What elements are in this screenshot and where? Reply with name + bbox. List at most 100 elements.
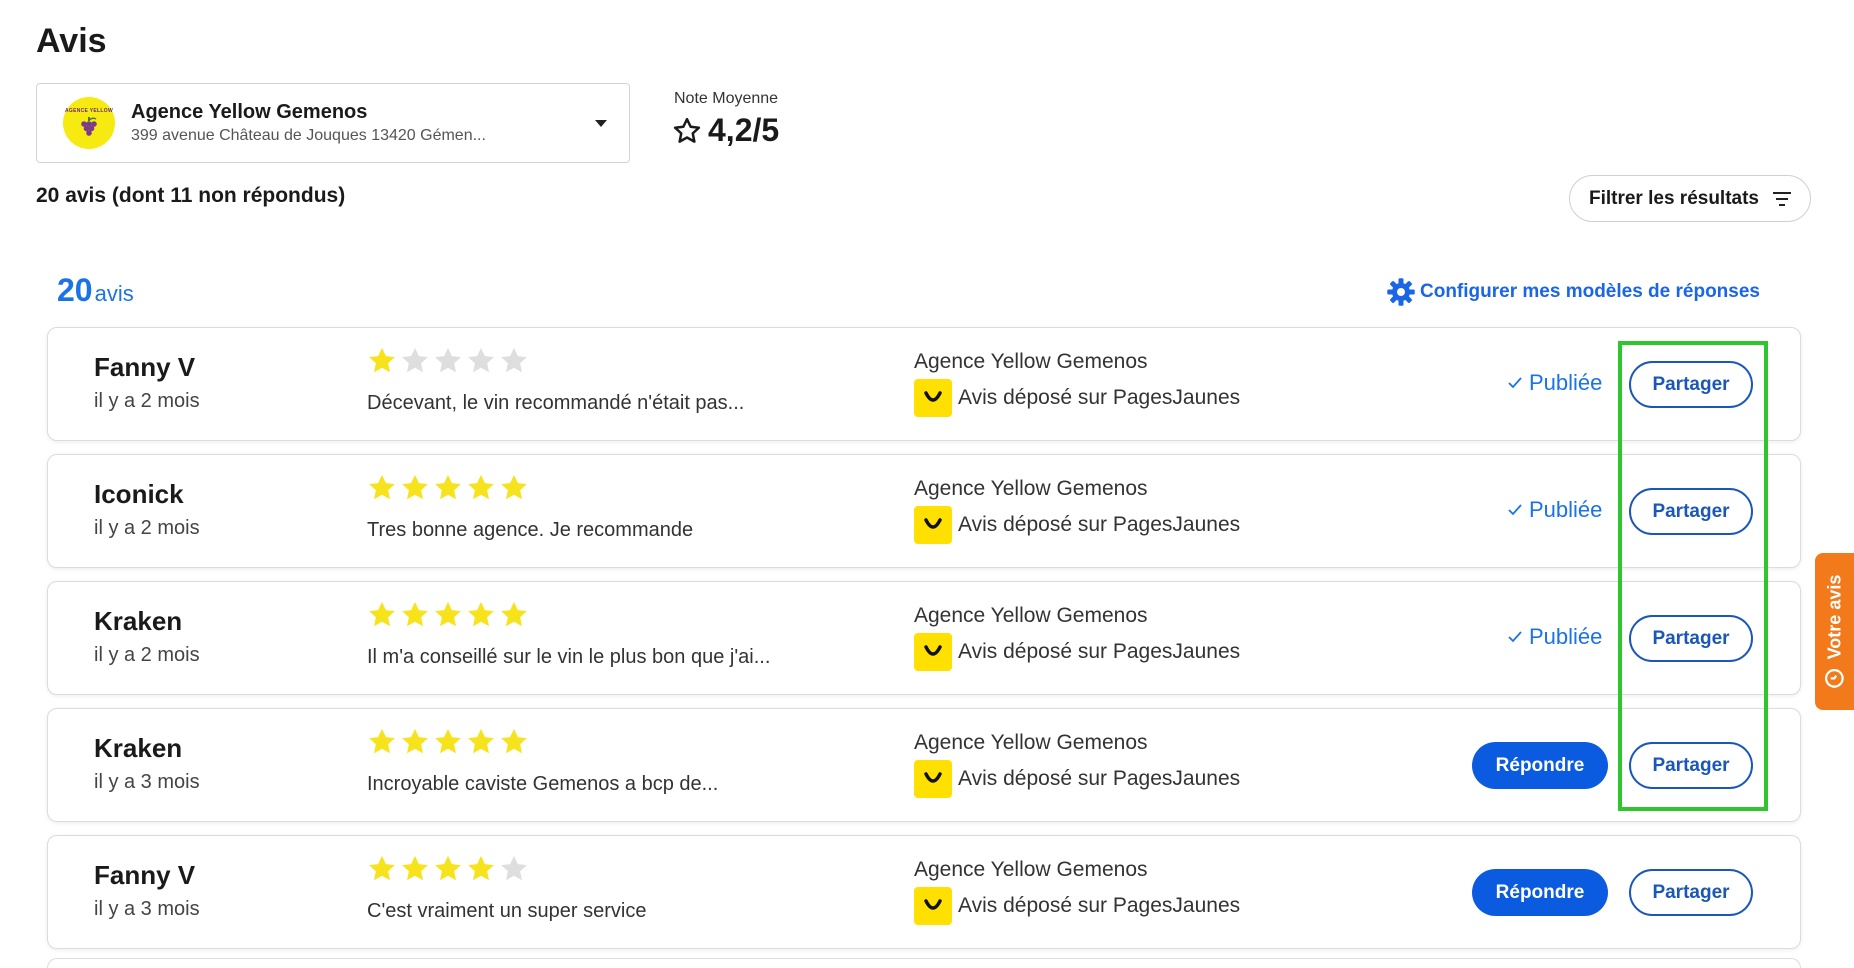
published-status-label: Publiée [1529,497,1603,522]
review-source-text: Avis déposé sur PagesJaunes [958,767,1241,790]
check-icon [1508,377,1522,389]
review-comment: C'est vraiment un super service [367,900,647,922]
review-author: Kraken [94,606,183,636]
review-date: il y a 2 mois [94,517,200,539]
share-button[interactable]: Partager [1629,742,1753,789]
review-source-text: Avis déposé sur PagesJaunes [958,640,1241,663]
agency-select[interactable]: AGENCE YELLOW Agence Yellow Gemenos 399 … [36,83,630,163]
review-date: il y a 2 mois [94,644,200,666]
review-stars [367,346,529,376]
star-filled-icon [402,601,428,627]
review-author: Fanny V [94,860,196,890]
review-shop: Agence Yellow Gemenos [914,858,1148,881]
reply-button[interactable]: Répondre [1472,742,1608,789]
pagesjaunes-icon [914,506,952,544]
filter-button[interactable]: Filtrer les résultats [1569,175,1811,222]
gear-icon [1387,278,1415,306]
pagesjaunes-icon [914,633,952,671]
review-source-text: Avis déposé sur PagesJaunes [958,894,1241,917]
review-card: Kraken il y a 3 mois Incroyable caviste … [47,708,1801,822]
share-button[interactable]: Partager [1629,488,1753,535]
star-filled-icon [501,474,527,500]
review-comment: Tres bonne agence. Je recommande [367,519,694,541]
agency-logo: AGENCE YELLOW [63,97,115,149]
review-card: Fanny V il y a 3 mois C'est vraiment un … [47,835,1801,949]
review-card: Iconick il y a 2 mois Tres bonne agence.… [47,454,1801,568]
rating-value-text: 4,2/5 [708,112,780,148]
star-empty-icon [501,347,527,373]
star-outline-icon [673,117,701,143]
star-filled-icon [369,474,395,500]
review-source: Avis déposé sur PagesJaunes [914,887,1240,925]
review-source-text: Avis déposé sur PagesJaunes [958,386,1241,409]
review-shop: Agence Yellow Gemenos [914,350,1148,373]
review-source-text: Avis déposé sur PagesJaunes [958,513,1241,536]
pagesjaunes-icon [914,379,952,417]
review-shop: Agence Yellow Gemenos [914,731,1148,754]
published-status-label: Publiée [1529,370,1603,395]
review-comment: Décevant, le vin recommandé n'était pas.… [367,392,745,414]
review-shop: Agence Yellow Gemenos [914,604,1148,627]
review-source: Avis déposé sur PagesJaunes [914,506,1240,544]
feedback-icon [1825,668,1844,688]
feedback-tab[interactable]: Votre avis [1815,553,1854,710]
published-status: Publiée [1507,370,1602,396]
configure-templates-link[interactable]: Configurer mes modèles de réponses [1386,277,1760,307]
agency-name: Agence Yellow Gemenos [131,101,368,123]
chevron-down-icon[interactable] [595,119,607,127]
review-source: Avis déposé sur PagesJaunes [914,760,1240,798]
review-date: il y a 3 mois [94,771,200,793]
check-icon [1508,504,1522,516]
star-filled-icon [435,601,461,627]
page-title: Avis [36,22,107,60]
review-card: Fanny V il y a 2 mois Décevant, le vin r… [47,327,1801,441]
configure-templates-label: Configurer mes modèles de réponses [1420,281,1760,302]
star-filled-icon [468,728,494,754]
review-stars [367,473,529,503]
reply-button[interactable]: Répondre [1472,869,1608,916]
reviews-count-number: 20 [57,272,93,308]
star-filled-icon [501,601,527,627]
star-filled-icon [435,474,461,500]
review-card: Kraken il y a 2 mois Il m'a conseillé su… [47,581,1801,695]
star-filled-icon [369,855,395,881]
review-author: Fanny V [94,352,196,382]
reviews-count: 20avis [57,272,134,309]
share-button[interactable]: Partager [1629,869,1753,916]
review-comment: Incroyable caviste Gemenos a bcp de... [367,773,719,795]
grapes-icon [81,117,97,136]
star-filled-icon [468,474,494,500]
filter-icon [1773,191,1792,206]
rating-label: Note Moyenne [674,90,779,107]
review-date: il y a 2 mois [94,390,200,412]
star-filled-icon [501,728,527,754]
star-empty-icon [402,347,428,373]
review-author: Kraken [94,733,183,763]
share-button[interactable]: Partager [1629,361,1753,408]
review-date: il y a 3 mois [94,898,200,920]
review-source: Avis déposé sur PagesJaunes [914,379,1240,417]
published-status-label: Publiée [1529,624,1603,649]
star-filled-icon [468,855,494,881]
reviews-count-label: avis [94,281,134,306]
filter-label: Filtrer les résultats [1588,187,1760,209]
published-status: Publiée [1507,624,1602,650]
rating-value: 4,2/5 [672,112,779,149]
review-comment: Il m'a conseillé sur le vin le plus bon … [367,646,771,668]
published-status: Publiée [1507,497,1602,523]
review-card-partial [47,958,1801,968]
agency-address: 399 avenue Château de Jouques 13420 Géme… [131,127,486,144]
star-filled-icon [468,601,494,627]
review-stars [367,727,529,757]
star-filled-icon [369,347,395,373]
star-filled-icon [402,474,428,500]
star-empty-icon [501,855,527,881]
review-author: Iconick [94,479,184,509]
review-source: Avis déposé sur PagesJaunes [914,633,1240,671]
feedback-tab-label: Votre avis [1824,574,1844,659]
review-stars [367,854,529,884]
review-stars [367,600,529,630]
check-icon [1508,631,1522,643]
reviews-summary: 20 avis (dont 11 non répondus) [36,184,346,207]
share-button[interactable]: Partager [1629,615,1753,662]
